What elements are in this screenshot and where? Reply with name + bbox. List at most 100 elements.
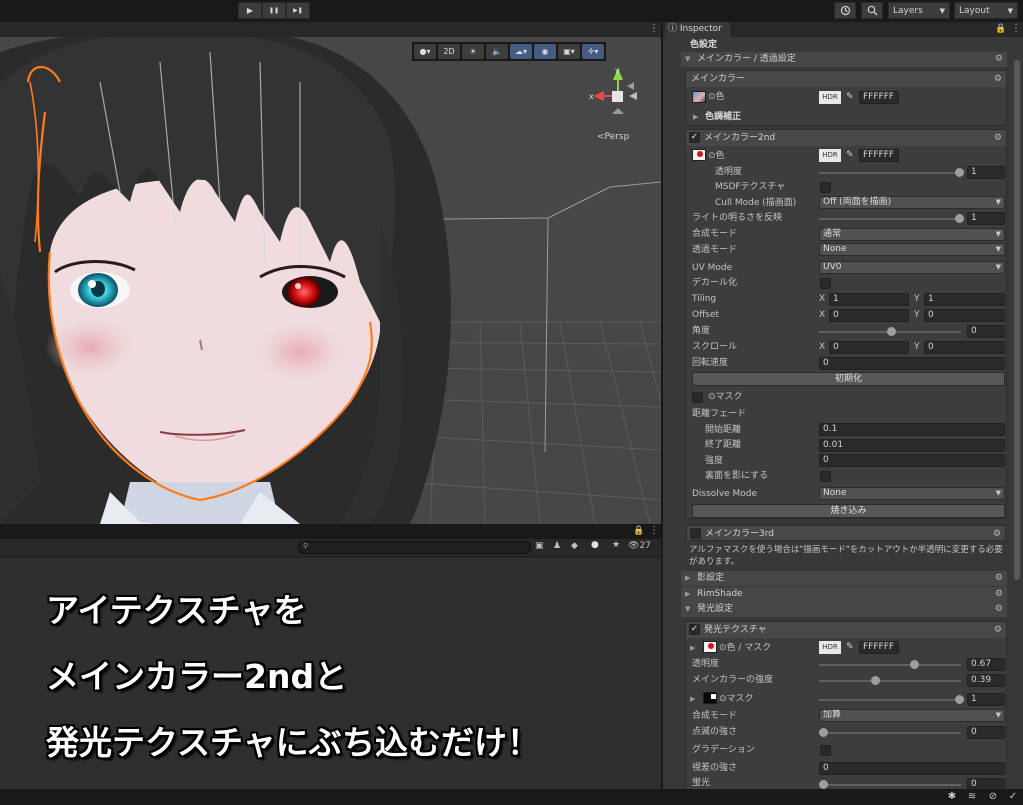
offset-y-field[interactable]: 0 xyxy=(924,309,1005,322)
cull-mode-dropdown[interactable]: Off (両面を描画) ▼ xyxy=(819,196,1005,209)
emission-mask-slider-knob[interactable] xyxy=(955,695,964,704)
history-icon[interactable] xyxy=(834,2,856,19)
filter-by-label-icon[interactable]: ♟ xyxy=(553,541,561,551)
transparency-mode-dropdown[interactable]: None ▼ xyxy=(819,243,1005,256)
blink-slider-track[interactable] xyxy=(819,732,961,734)
project-search-input[interactable]: ⚲ xyxy=(298,541,531,554)
gear-icon[interactable]: ⚙ xyxy=(993,526,1001,542)
audio-toggle[interactable]: 🔈 xyxy=(486,44,508,59)
main-color-header[interactable]: メインカラー ⚙ xyxy=(686,71,1006,87)
main-color-hex-field[interactable]: FFFFFF xyxy=(859,91,899,104)
gear-icon[interactable]: ⚙ xyxy=(995,52,1003,67)
main-strength-field[interactable]: 0.39 xyxy=(967,674,1005,687)
texture-thumbnail-icon[interactable] xyxy=(692,149,706,161)
main-transparency-section[interactable]: ▼ メインカラー / 透過設定 ⚙ xyxy=(681,52,1007,67)
eyedropper-icon[interactable]: ✎ xyxy=(846,642,854,652)
light-slider-knob[interactable] xyxy=(955,214,964,223)
lock-icon[interactable]: 🔒 xyxy=(995,24,1006,34)
dissolve-mode-dropdown[interactable]: None ▼ xyxy=(819,487,1005,500)
shadow-section[interactable]: ▶ 影設定 ⚙ xyxy=(681,571,1007,586)
layers-dropdown[interactable]: Layers ▼ xyxy=(888,2,950,19)
pause-button[interactable]: ❚❚ xyxy=(262,2,286,19)
angle-slider-knob[interactable] xyxy=(887,327,896,336)
layers-stack-icon[interactable]: ≋ xyxy=(966,791,978,803)
gear-icon[interactable]: ⚙ xyxy=(994,622,1002,638)
gizmos-button[interactable]: ✛▾ xyxy=(582,44,604,59)
hdr-swatch[interactable]: HDR xyxy=(819,641,841,654)
warning-icon[interactable]: ● xyxy=(591,540,599,550)
main-strength-slider-knob[interactable] xyxy=(871,676,880,685)
tag-icon[interactable]: ◆ xyxy=(571,541,578,551)
main-color-2nd-header[interactable]: ✓ メインカラー2nd ⚙ xyxy=(686,130,1006,146)
persp-label[interactable]: <Persp xyxy=(597,132,629,142)
filter-by-type-icon[interactable]: ▣ xyxy=(535,541,544,551)
bake-button[interactable]: 焼き込み xyxy=(692,504,1005,518)
parallax-strength-field[interactable]: 0 xyxy=(819,762,1005,775)
hdr-swatch[interactable]: HDR xyxy=(819,91,841,104)
chevron-right-icon[interactable]: ▶ xyxy=(690,692,695,707)
scene-view[interactable]: ⋮ ●▾ 2D ☀ 🔈 ☁▾ ◉ ▣▾ ✛▾ x y <Persp xyxy=(0,22,661,524)
more-options-icon[interactable]: ⋮ xyxy=(649,525,659,536)
gear-icon[interactable]: ⚙ xyxy=(994,130,1002,146)
visibility-toggle[interactable]: ◉ xyxy=(534,44,556,59)
camera-settings-button[interactable]: ▣▾ xyxy=(558,44,580,59)
emission-header[interactable]: ✓ 発光テクスチャ ⚙ xyxy=(686,622,1006,638)
color-adjust-label[interactable]: 色調補正 xyxy=(705,110,741,125)
tab-inspector[interactable]: ⓘ Inspector xyxy=(665,22,730,37)
inspector-scrollbar[interactable] xyxy=(1014,60,1020,580)
msdf-checkbox[interactable] xyxy=(820,182,831,193)
glow-field[interactable]: 0 xyxy=(967,778,1005,789)
emission-opacity-slider-track[interactable] xyxy=(819,664,961,666)
blink-field[interactable]: 0 xyxy=(967,726,1005,739)
offset-x-field[interactable]: 0 xyxy=(829,309,909,322)
mask-thumbnail-icon[interactable] xyxy=(703,692,717,704)
scroll-y-field[interactable]: 0 xyxy=(924,341,1005,354)
texture-thumbnail-icon[interactable] xyxy=(703,641,717,653)
step-button[interactable]: ▶❚ xyxy=(286,2,310,19)
eyedropper-icon[interactable]: ✎ xyxy=(846,92,854,102)
tiling-x-field[interactable]: 1 xyxy=(829,293,909,306)
uv-mode-dropdown[interactable]: UV0 ▼ xyxy=(819,261,1005,274)
blink-slider-knob[interactable] xyxy=(819,728,828,737)
emission-opacity-field[interactable]: 0.67 xyxy=(967,658,1005,671)
play-button[interactable]: ▶ xyxy=(238,2,262,19)
light-field[interactable]: 1 xyxy=(967,212,1005,225)
main-color-3rd-header[interactable]: メインカラー3rd ⚙ xyxy=(686,525,1006,541)
end-distance-field[interactable]: 0.01 xyxy=(819,439,1005,452)
effects-toggle[interactable]: ☁▾ xyxy=(510,44,532,59)
gradation-checkbox[interactable] xyxy=(820,745,831,756)
search-icon[interactable] xyxy=(861,2,883,19)
glow-slider-knob[interactable] xyxy=(819,780,828,789)
opacity-slider-knob[interactable] xyxy=(955,168,964,177)
lighting-toggle[interactable]: ☀ xyxy=(462,44,484,59)
angle-field[interactable]: 0 xyxy=(967,325,1005,338)
gear-icon[interactable]: ⚙ xyxy=(995,571,1003,586)
check-circle-icon[interactable]: ✓ xyxy=(1007,791,1019,803)
mask-checkbox[interactable] xyxy=(692,392,703,403)
bug-icon[interactable]: ✱ xyxy=(946,791,958,803)
gear-icon[interactable]: ⚙ xyxy=(994,71,1002,87)
opacity-field[interactable]: 1 xyxy=(967,166,1005,179)
opacity-slider-track[interactable] xyxy=(819,172,961,174)
emission-section[interactable]: ▼ 発光設定 ⚙ xyxy=(681,602,1007,617)
emission-mask-field[interactable]: 1 xyxy=(967,693,1005,706)
main-strength-slider-track[interactable] xyxy=(819,680,961,682)
main-color-2nd-hex-field[interactable]: FFFFFF xyxy=(859,149,899,162)
emission-blend-dropdown[interactable]: 加算 ▼ xyxy=(819,709,1005,722)
reset-button[interactable]: 初期化 xyxy=(692,372,1005,386)
start-distance-field[interactable]: 0.1 xyxy=(819,423,1005,436)
glow-slider-track[interactable] xyxy=(819,784,961,786)
draw-mode-button[interactable]: ●▾ xyxy=(414,44,436,59)
2d-toggle[interactable]: 2D xyxy=(438,44,460,59)
scroll-x-field[interactable]: 0 xyxy=(829,341,909,354)
decal-checkbox[interactable] xyxy=(820,278,831,289)
more-options-icon[interactable]: ⋮ xyxy=(1011,23,1021,34)
chevron-right-icon[interactable]: ▶ xyxy=(690,641,695,656)
eyedropper-icon[interactable]: ✎ xyxy=(846,150,854,160)
light-slider-track[interactable] xyxy=(819,218,961,220)
gear-icon[interactable]: ⚙ xyxy=(995,602,1003,617)
chevron-right-icon[interactable]: ▶ xyxy=(693,110,698,125)
main-color-2nd-checkbox[interactable]: ✓ xyxy=(689,132,700,143)
lock-icon[interactable]: 🔒 xyxy=(633,526,644,536)
project-content[interactable]: アイテクスチャを メインカラー2ndと 発光テクスチャにぶち込むだけ！ xyxy=(0,558,661,789)
